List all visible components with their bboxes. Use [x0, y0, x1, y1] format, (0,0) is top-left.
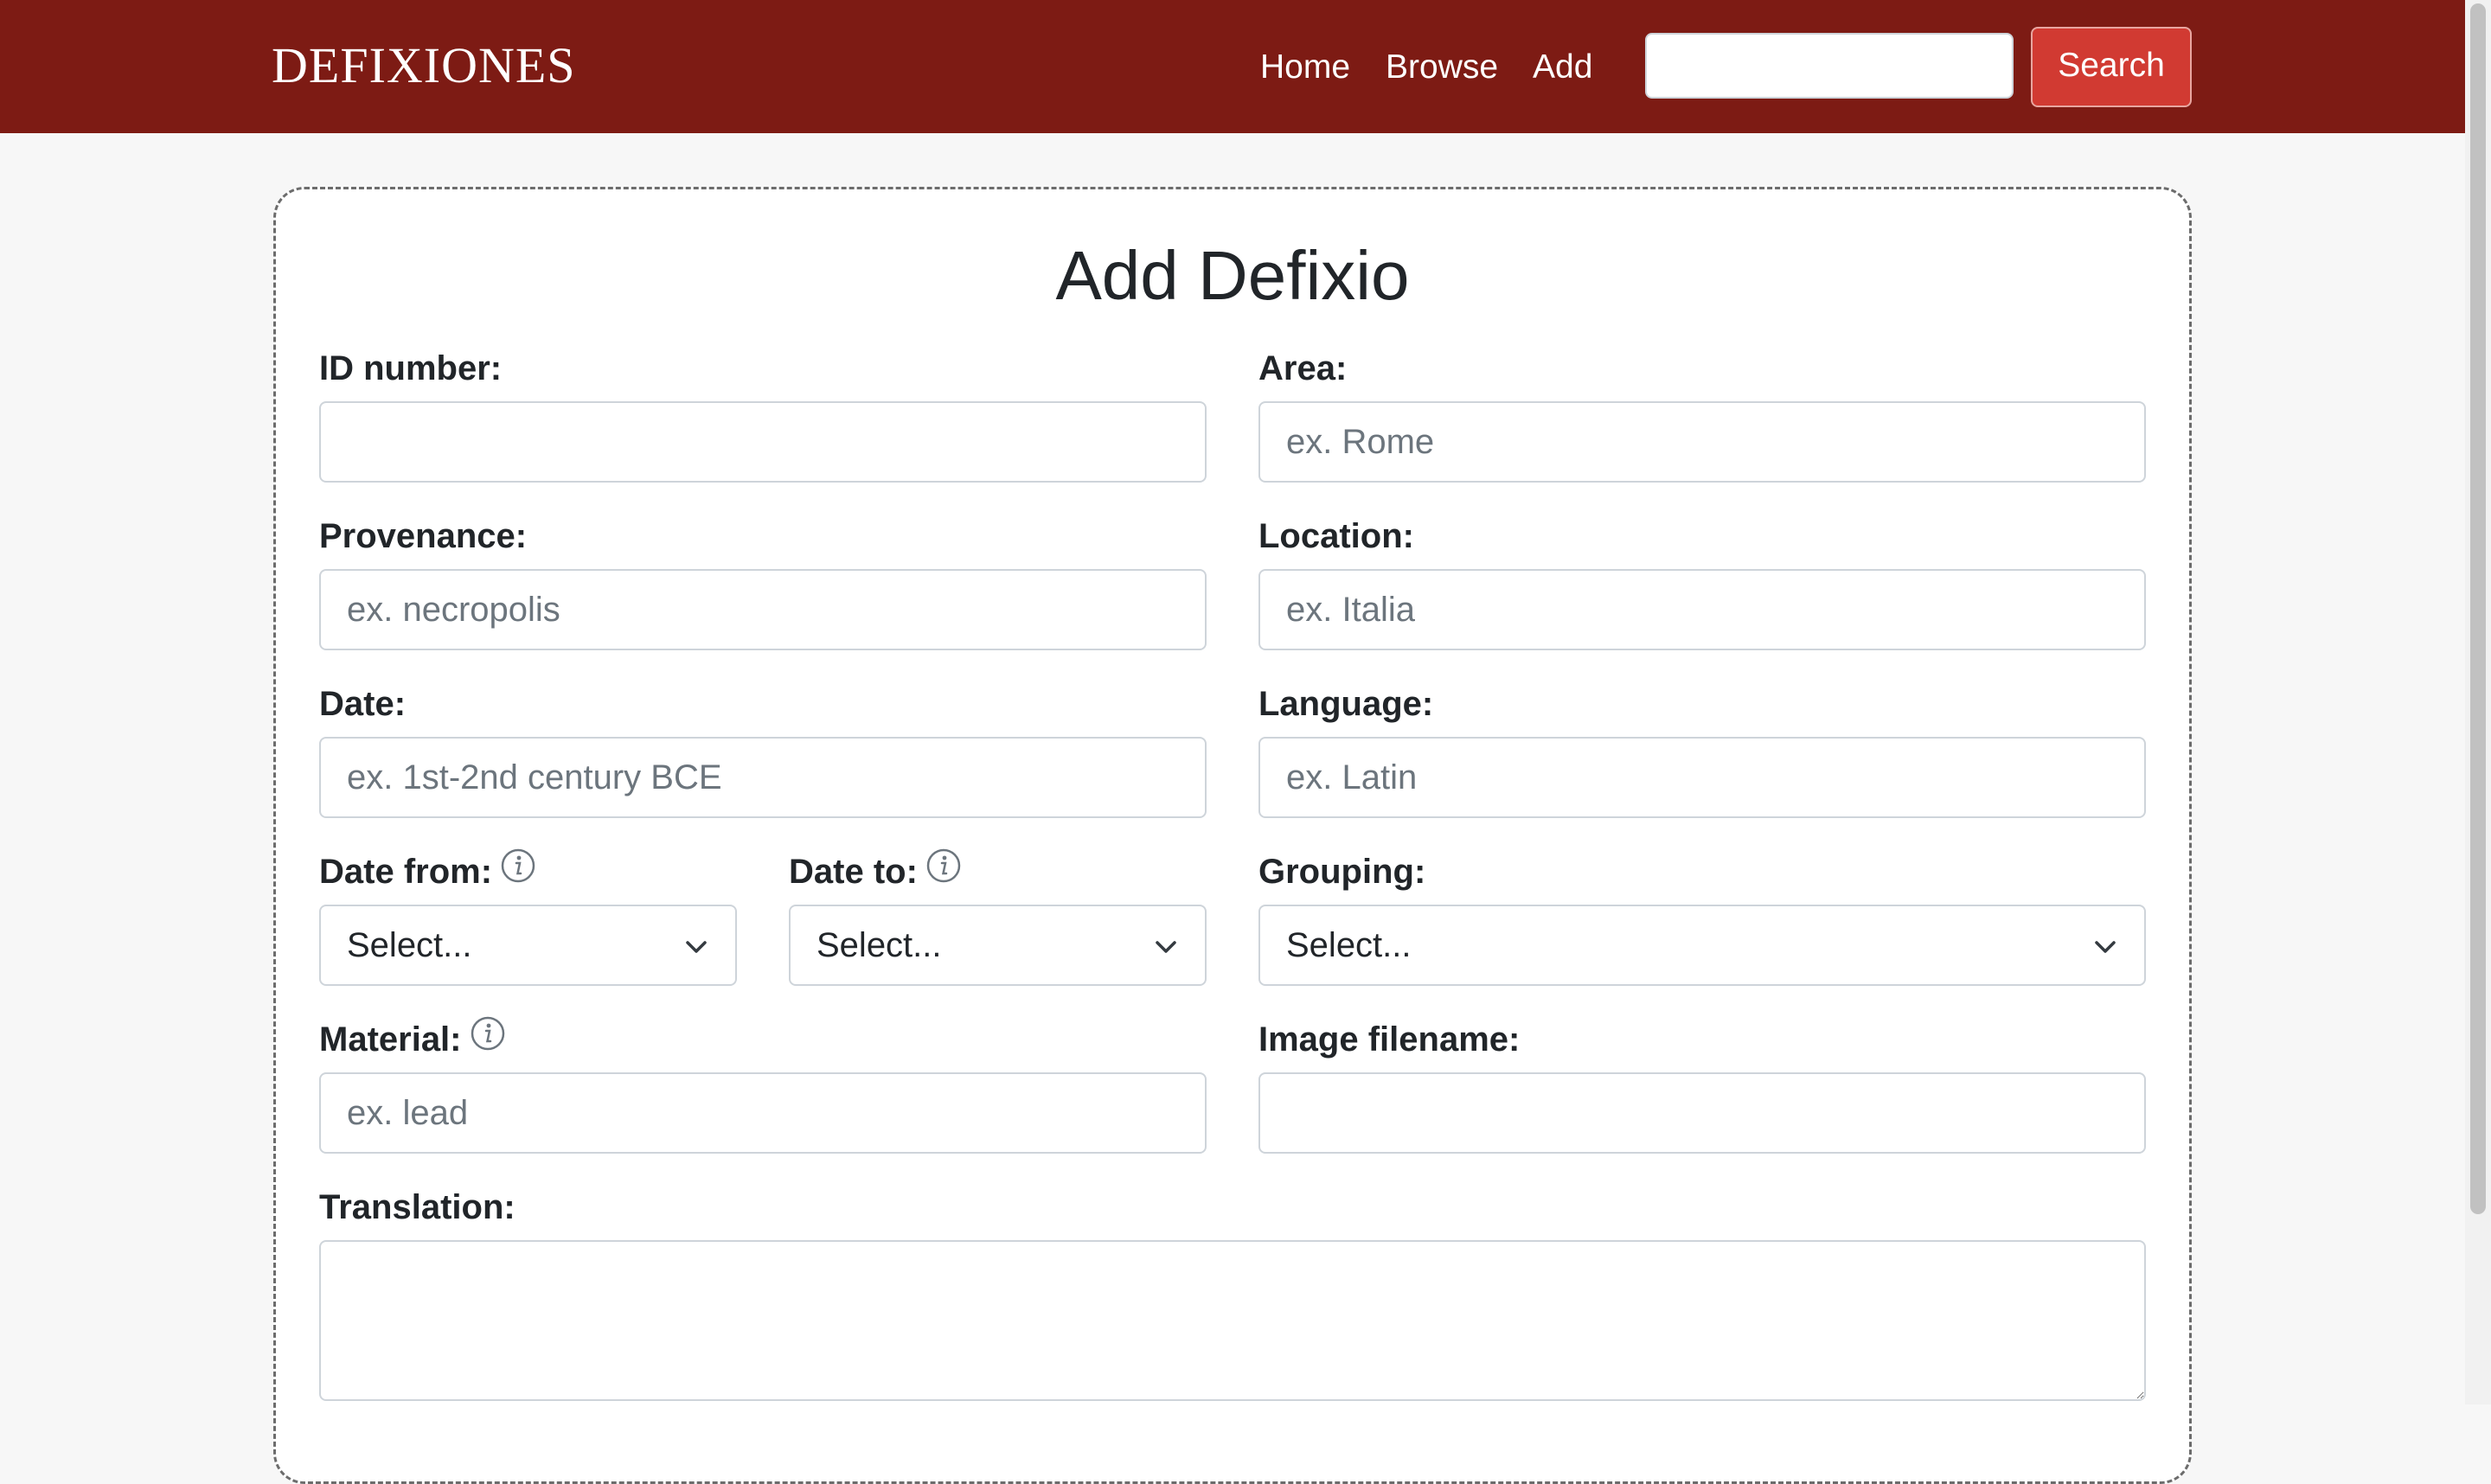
chevron-down-icon — [2095, 941, 2116, 953]
date-from-select[interactable]: Select... — [319, 905, 737, 986]
chevron-down-icon — [686, 941, 707, 953]
date-to-select[interactable]: Select... — [789, 905, 1207, 986]
info-circle-icon[interactable] — [501, 848, 535, 893]
nav-link-browse[interactable]: Browse — [1386, 45, 1498, 90]
grouping-label: Grouping: — [1258, 853, 1426, 891]
language-label: Language: — [1258, 685, 1434, 723]
scrollbar-thumb[interactable] — [2470, 3, 2486, 1214]
language-input[interactable] — [1258, 737, 2146, 818]
image-filename-label: Image filename: — [1258, 1020, 1521, 1059]
area-input[interactable] — [1258, 401, 2146, 483]
date-from-selected: Select... — [347, 926, 472, 964]
date-to-label-group: Date to: — [789, 848, 961, 893]
area-label: Area: — [1258, 349, 1348, 387]
nav-link-add[interactable]: Add — [1533, 45, 1592, 90]
material-label-group: Material: — [319, 1016, 505, 1061]
date-from-label: Date from: — [319, 853, 493, 891]
material-input[interactable] — [319, 1072, 1207, 1154]
navbar: DEFIXIONES Home Browse Add Search — [0, 0, 2465, 133]
date-to-selected: Select... — [816, 926, 942, 964]
search-input[interactable] — [1645, 33, 2014, 99]
brand-logo[interactable]: DEFIXIONES — [272, 35, 576, 97]
date-from-label-group: Date from: — [319, 848, 535, 893]
provenance-input[interactable] — [319, 569, 1207, 650]
provenance-label: Provenance: — [319, 517, 528, 555]
date-input[interactable] — [319, 737, 1207, 818]
grouping-selected: Select... — [1286, 926, 1412, 964]
location-input[interactable] — [1258, 569, 2146, 650]
id-number-label: ID number: — [319, 349, 503, 387]
nav-link-home[interactable]: Home — [1260, 45, 1350, 90]
page-title: Add Defixio — [1055, 237, 1410, 314]
id-number-input[interactable] — [319, 401, 1207, 483]
date-to-label: Date to: — [789, 853, 918, 891]
grouping-select[interactable]: Select... — [1258, 905, 2146, 986]
translation-label: Translation: — [319, 1188, 515, 1226]
date-label: Date: — [319, 685, 407, 723]
search-button[interactable]: Search — [2031, 27, 2192, 107]
material-label: Material: — [319, 1020, 462, 1059]
info-circle-icon[interactable] — [926, 848, 961, 893]
image-filename-input[interactable] — [1258, 1072, 2146, 1154]
info-circle-icon[interactable] — [471, 1016, 505, 1061]
translation-textarea[interactable] — [319, 1240, 2146, 1401]
chevron-down-icon — [1156, 941, 1176, 953]
location-label: Location: — [1258, 517, 1414, 555]
